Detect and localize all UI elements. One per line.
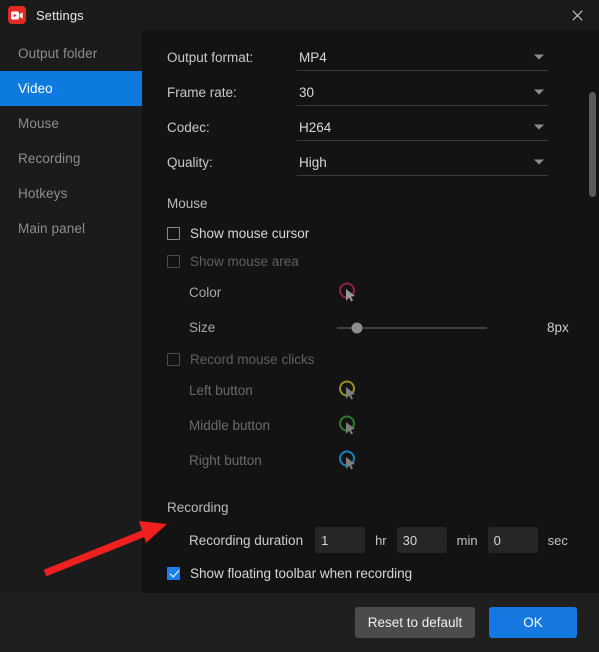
left-button-color-swatch[interactable] <box>337 379 359 403</box>
close-icon[interactable] <box>555 0 599 30</box>
checkbox-label: Show mouse cursor <box>190 225 310 241</box>
frame-rate-select[interactable]: 30 <box>297 79 548 106</box>
field-label: Output format: <box>167 50 254 65</box>
section-title-recording: Recording <box>167 500 229 515</box>
reset-to-default-button[interactable]: Reset to default <box>355 607 475 638</box>
color-label: Color <box>189 285 222 300</box>
duration-minutes-input[interactable] <box>396 527 447 553</box>
duration-hours-input[interactable] <box>315 527 366 553</box>
field-label: Quality: <box>167 155 213 170</box>
unit-sec: sec <box>547 532 568 548</box>
sidebar-item-output-folder[interactable]: Output folder <box>0 36 142 71</box>
field-codec: Codec: H264 <box>167 110 599 145</box>
sidebar-item-label: Mouse <box>18 116 60 131</box>
chevron-down-icon <box>534 159 544 165</box>
sidebar-item-video[interactable]: Video <box>0 71 142 106</box>
output-format-select[interactable]: MP4 <box>297 44 548 71</box>
window-body: Output folder Video Mouse Recording Hotk… <box>0 30 599 593</box>
sidebar-item-label: Output folder <box>18 46 98 61</box>
sidebar-item-main-panel[interactable]: Main panel <box>0 211 142 246</box>
mouse-size-slider[interactable]: 8px <box>337 316 569 340</box>
checkbox-label: Record mouse clicks <box>190 351 315 367</box>
right-button-label: Right button <box>189 453 262 468</box>
checkbox-box <box>167 352 180 366</box>
ok-button[interactable]: OK <box>489 607 577 638</box>
dialog-footer: Reset to default OK <box>0 593 599 652</box>
checkbox-label: Show floating toolbar when recording <box>190 565 413 581</box>
settings-window: Settings Output folder Video Mouse Recor… <box>0 0 599 652</box>
checkbox-show-floating-toolbar[interactable]: Show floating toolbar when recording <box>167 559 599 587</box>
sidebar-item-hotkeys[interactable]: Hotkeys <box>0 176 142 211</box>
checkbox-label: Show mouse area <box>190 253 299 269</box>
row-recording-duration: Recording duration hr min sec <box>167 523 599 557</box>
middle-button-color-swatch[interactable] <box>337 414 359 438</box>
row-mouse-area-color: Color <box>167 275 599 310</box>
field-quality: Quality: High <box>167 145 599 180</box>
recording-duration-label: Recording duration <box>189 532 304 548</box>
chevron-down-icon <box>534 124 544 130</box>
row-right-button-color: Right button <box>167 443 599 478</box>
select-value: 30 <box>299 84 315 100</box>
settings-content-panel: Output format: MP4 Frame rate: 30 Codec:… <box>142 30 599 593</box>
checkbox-box <box>167 566 180 580</box>
unit-min: min <box>456 532 478 548</box>
field-output-format: Output format: MP4 <box>167 40 599 75</box>
chevron-down-icon <box>534 54 544 60</box>
left-button-label: Left button <box>189 383 253 398</box>
sidebar-item-recording[interactable]: Recording <box>0 141 142 176</box>
chevron-down-icon <box>534 89 544 95</box>
content-scrollbar[interactable] <box>589 30 596 593</box>
checkbox-box <box>167 226 180 240</box>
duration-seconds-input[interactable] <box>487 527 538 553</box>
row-middle-button-color: Middle button <box>167 408 599 443</box>
video-camera-icon <box>8 6 26 24</box>
field-frame-rate: Frame rate: 30 <box>167 75 599 110</box>
sidebar-item-mouse[interactable]: Mouse <box>0 106 142 141</box>
quality-select[interactable]: High <box>297 149 548 176</box>
sidebar-item-label: Hotkeys <box>18 186 68 201</box>
codec-select[interactable]: H264 <box>297 114 548 141</box>
right-button-color-swatch[interactable] <box>337 449 359 473</box>
scrollbar-thumb[interactable] <box>589 92 596 197</box>
select-value: High <box>299 154 327 170</box>
checkbox-show-mouse-cursor[interactable]: Show mouse cursor <box>167 219 599 247</box>
checkbox-box <box>167 254 180 268</box>
window-title: Settings <box>36 7 84 23</box>
slider-knob[interactable] <box>351 322 362 333</box>
checkbox-record-mouse-clicks[interactable]: Record mouse clicks <box>167 345 599 373</box>
select-value: H264 <box>299 119 332 135</box>
unit-hr: hr <box>375 532 387 548</box>
sidebar-item-label: Video <box>18 81 53 96</box>
section-title-mouse: Mouse <box>167 196 208 211</box>
mouse-area-color-swatch[interactable] <box>337 281 359 305</box>
middle-button-label: Middle button <box>189 418 271 433</box>
title-bar: Settings <box>0 0 599 30</box>
checkbox-show-mouse-area[interactable]: Show mouse area <box>167 247 599 275</box>
field-label: Frame rate: <box>167 85 237 100</box>
row-left-button-color: Left button <box>167 373 599 408</box>
size-label: Size <box>189 320 216 335</box>
sidebar-item-label: Recording <box>18 151 81 166</box>
sidebar-item-label: Main panel <box>18 221 86 236</box>
select-value: MP4 <box>299 49 327 65</box>
field-label: Codec: <box>167 120 210 135</box>
row-mouse-area-size: Size 8px <box>167 310 599 345</box>
settings-sidebar: Output folder Video Mouse Recording Hotk… <box>0 30 142 593</box>
slider-value-label: 8px <box>547 320 569 335</box>
